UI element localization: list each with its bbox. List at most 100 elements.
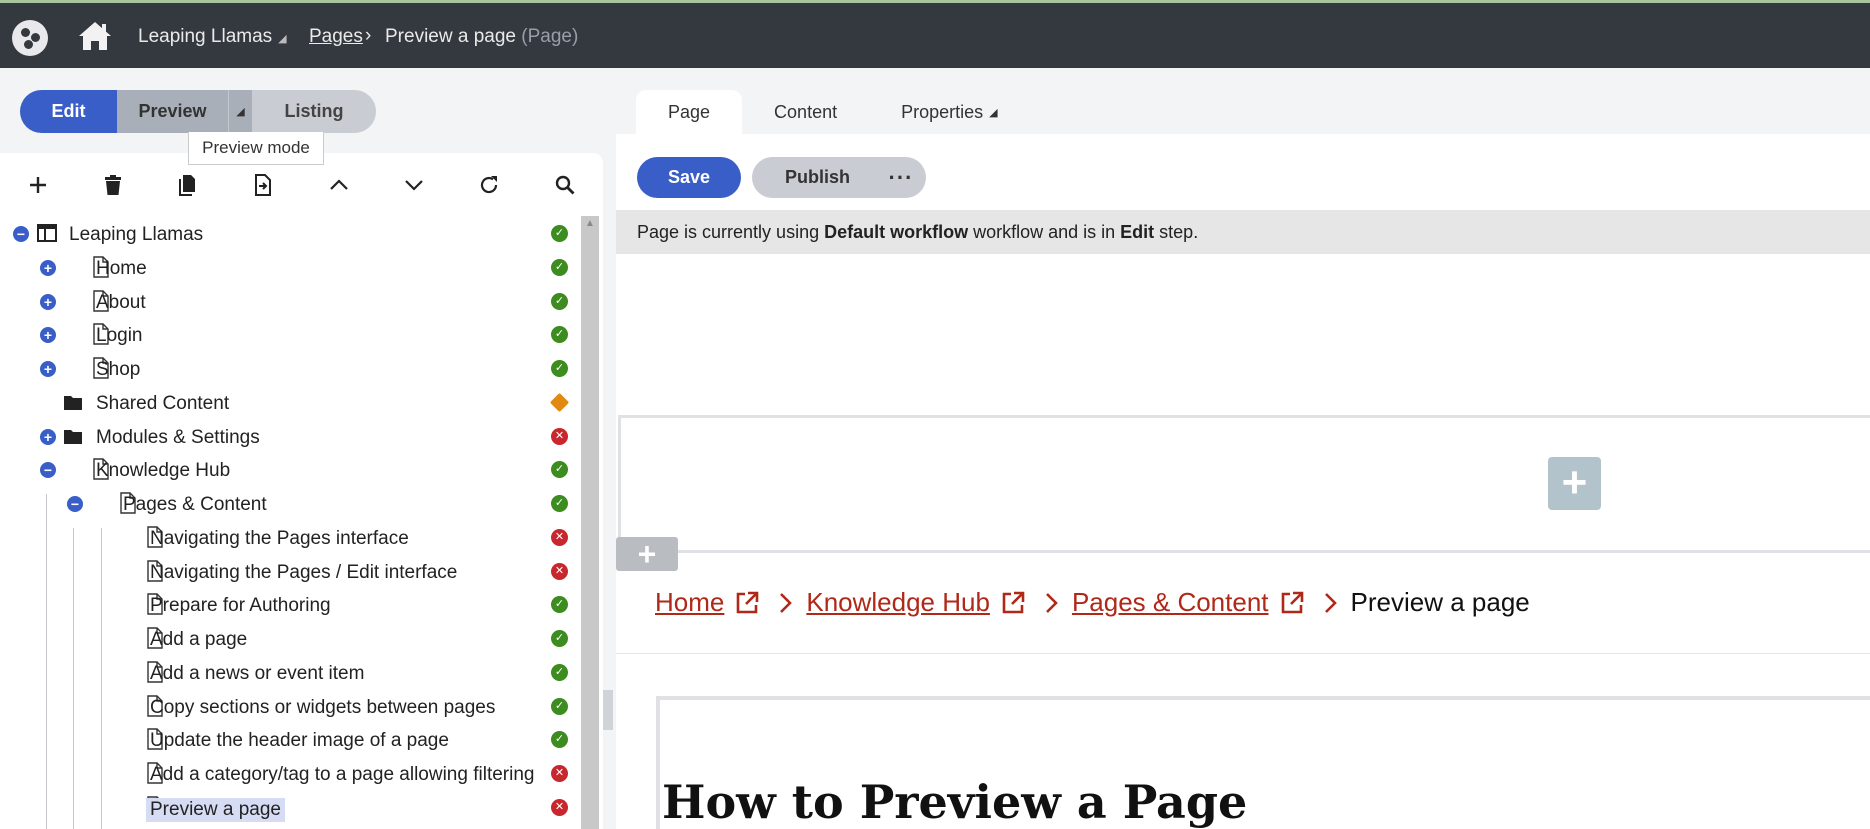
save-button[interactable]: Save <box>637 157 741 198</box>
page-crumb-pages-content-link[interactable]: Pages & Content <box>1072 587 1269 618</box>
workflow-suffix: step. <box>1159 221 1199 242</box>
tree-item-label: Add a category/tag to a page allowing fi… <box>150 764 535 785</box>
tree-item[interactable]: Add a category/tag to a page allowing fi… <box>0 757 580 790</box>
publish-button-group: Publish ··· <box>752 157 926 198</box>
caret-down-icon: ◢ <box>278 33 287 45</box>
expand-icon[interactable]: + <box>40 294 56 310</box>
expand-icon[interactable]: + <box>40 260 56 276</box>
tree-item[interactable]: Shared Content <box>0 386 580 419</box>
published-status-icon: ✓ <box>551 326 568 343</box>
tab-properties[interactable]: Properties ◢ <box>869 90 1030 134</box>
page-crumb-current: Preview a page <box>1350 587 1530 617</box>
copy-icon[interactable] <box>176 173 200 197</box>
breadcrumb-chevron-icon: › <box>365 25 372 46</box>
tree-scrollbar[interactable]: ▲ <box>581 216 599 829</box>
published-status-icon: ✓ <box>551 461 568 478</box>
workflow-prefix: Page is currently using <box>637 221 820 242</box>
external-link-icon[interactable] <box>734 590 760 616</box>
collapse-icon[interactable]: − <box>40 462 56 478</box>
chevron-right-icon <box>780 592 793 613</box>
tree-toolbar <box>0 163 603 208</box>
expand-icon[interactable]: + <box>40 429 56 445</box>
tree-item-label: Navigating the Pages / Edit interface <box>150 562 458 583</box>
tree-item[interactable]: + Shop ✓ <box>0 352 580 385</box>
panel-resize-handle[interactable] <box>603 690 613 730</box>
tree-item-label: Knowledge Hub <box>96 460 231 481</box>
tree-item[interactable]: Navigating the Pages interface ✕ <box>0 521 580 554</box>
tree-item-label: Pages & Content <box>123 494 267 515</box>
tree-item[interactable]: Add a page ✓ <box>0 622 580 655</box>
divider <box>616 653 1870 654</box>
tree-item[interactable]: Update the header image of a page ✓ <box>0 723 580 756</box>
home-icon[interactable] <box>77 19 113 53</box>
tree-item[interactable]: + Modules & Settings ✕ <box>0 420 580 453</box>
more-actions-button[interactable]: ··· <box>876 157 926 198</box>
search-icon[interactable] <box>553 173 577 197</box>
preview-dropdown-caret-icon[interactable]: ◢ <box>228 90 252 133</box>
refresh-icon[interactable] <box>477 173 501 197</box>
tree-item-label: Add a news or event item <box>150 663 365 684</box>
tree-item[interactable]: Add a news or event item ✓ <box>0 656 580 689</box>
app-logo-icon[interactable] <box>12 20 48 56</box>
tree-item-label: Modules & Settings <box>96 427 260 448</box>
move-icon[interactable] <box>251 173 275 197</box>
tree-item[interactable]: Copy sections or widgets between pages ✓ <box>0 690 580 723</box>
editor-tabs: Page Content Properties ◢ <box>636 90 1030 134</box>
breadcrumb-current: Preview a page (Page) <box>385 26 578 48</box>
unpublished-status-icon: ✕ <box>551 799 568 816</box>
expand-icon[interactable]: + <box>40 327 56 343</box>
expand-icon[interactable]: + <box>40 361 56 377</box>
tree-item-label: Leaping Llamas <box>69 224 204 245</box>
collapse-icon[interactable]: − <box>67 496 83 512</box>
unpublished-status-icon: ✕ <box>551 563 568 580</box>
publish-button[interactable]: Publish <box>785 167 850 188</box>
breadcrumb-pages-link[interactable]: Pages <box>309 26 363 48</box>
published-status-icon: ✓ <box>551 731 568 748</box>
tree-item[interactable]: − Knowledge Hub ✓ <box>0 453 580 486</box>
page-crumb-knowledge-hub-link[interactable]: Knowledge Hub <box>806 587 990 618</box>
tree-item-label: Prepare for Authoring <box>150 595 331 616</box>
listing-mode-button[interactable]: Listing <box>252 90 376 133</box>
add-widget-button[interactable]: + <box>1548 457 1601 510</box>
tab-page[interactable]: Page <box>636 90 743 134</box>
tree-item-label: Login <box>96 325 143 346</box>
published-status-icon: ✓ <box>551 596 568 613</box>
tree-item-label: Shared Content <box>96 393 230 414</box>
scroll-up-icon[interactable]: ▲ <box>585 218 595 229</box>
add-section-button[interactable]: + <box>616 537 678 571</box>
add-icon[interactable] <box>26 173 50 197</box>
external-link-icon[interactable] <box>1000 590 1026 616</box>
site-selector[interactable]: Leaping Llamas ◢ <box>138 26 287 48</box>
widget-zone <box>618 415 1870 553</box>
caret-down-icon: ◢ <box>989 106 998 119</box>
published-status-icon: ✓ <box>551 630 568 647</box>
tree-item[interactable]: − Pages & Content ✓ <box>0 487 580 520</box>
external-link-icon[interactable] <box>1279 590 1305 616</box>
unpublished-status-icon: ✕ <box>551 529 568 546</box>
unpublished-status-icon: ✕ <box>551 428 568 445</box>
breadcrumb-type-label: (Page) <box>521 26 579 47</box>
workflow-middle: workflow and is in <box>973 221 1116 242</box>
page-breadcrumb: Home Knowledge Hub Pages & Content Previ… <box>655 587 1530 618</box>
page-crumb-home-link[interactable]: Home <box>655 587 724 618</box>
site-name-label: Leaping Llamas <box>138 26 273 47</box>
tree-item[interactable]: Prepare for Authoring ✓ <box>0 588 580 621</box>
tab-content[interactable]: Content <box>742 90 869 134</box>
tree-item[interactable]: − Leaping Llamas ✓ <box>0 217 580 250</box>
edit-mode-button[interactable]: Edit <box>20 90 117 133</box>
published-status-icon: ✓ <box>551 698 568 715</box>
tree-item[interactable]: Preview a page ✕ <box>0 791 580 824</box>
tree-item[interactable]: Navigating the Pages / Edit interface ✕ <box>0 555 580 588</box>
move-up-icon[interactable] <box>327 173 351 197</box>
pending-status-icon <box>549 392 570 413</box>
move-down-icon[interactable] <box>402 173 426 197</box>
tree-item[interactable]: + Login ✓ <box>0 318 580 351</box>
published-status-icon: ✓ <box>551 293 568 310</box>
tree-item[interactable]: + Home ✓ <box>0 251 580 284</box>
tree-item[interactable]: + About ✓ <box>0 285 580 318</box>
folder-icon <box>64 396 82 410</box>
chevron-right-icon <box>1046 592 1058 613</box>
preview-mode-button[interactable]: Preview ◢ <box>117 90 252 133</box>
delete-icon[interactable] <box>101 173 125 197</box>
collapse-icon[interactable]: − <box>13 226 29 242</box>
